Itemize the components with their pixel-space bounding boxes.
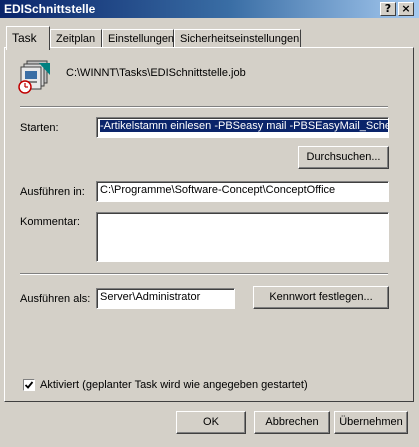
tab-zeitplan[interactable]: Zeitplan [50, 29, 102, 48]
ausfuehren-als-input[interactable]: Server\Administrator [96, 288, 235, 309]
ausfuehren-als-value: Server\Administrator [100, 291, 201, 303]
apply-button[interactable]: Übernehmen [334, 411, 408, 434]
cancel-button[interactable]: Abbrechen [254, 411, 330, 434]
window-title: EDISchnittstelle [4, 2, 96, 16]
task-file-path: C:\WINNT\Tasks\EDISchnittstelle.job [66, 67, 246, 79]
close-button[interactable]: × [398, 2, 414, 16]
set-password-button[interactable]: Kennwort festlegen... [253, 286, 389, 309]
tab-sicherheitseinstellungen-label: Sicherheitseinstellungen [180, 33, 300, 45]
tab-sicherheitseinstellungen[interactable]: Sicherheitseinstellungen [174, 29, 301, 48]
ausfuehren-in-label: Ausführen in: [20, 186, 85, 198]
ok-button[interactable]: OK [176, 411, 246, 434]
ausfuehren-als-label: Ausführen als: [20, 293, 91, 305]
tab-einstellungen[interactable]: Einstellungen [102, 29, 174, 48]
separator [20, 106, 388, 108]
task-properties-dialog: EDISchnittstelle ? × Task Zeitplan Einst… [0, 0, 419, 447]
starten-input[interactable]: -Artikelstamm einlesen -PBSeasy mail -PB… [96, 117, 389, 138]
tab-task-label: Task [12, 31, 37, 45]
checkmark-icon [24, 381, 34, 389]
starten-value: -Artikelstamm einlesen -PBSeasy mail -PB… [100, 120, 388, 132]
ausfuehren-in-value: C:\Programme\Software-Concept\ConceptOff… [100, 184, 336, 196]
ausfuehren-in-input[interactable]: C:\Programme\Software-Concept\ConceptOff… [96, 181, 389, 202]
tab-zeitplan-label: Zeitplan [56, 33, 96, 45]
help-button[interactable]: ? [380, 2, 396, 16]
browse-button-label: Durchsuchen... [306, 151, 381, 163]
aktiviert-checkbox[interactable] [23, 379, 35, 391]
title-bar: EDISchnittstelle ? × [0, 0, 419, 18]
cancel-button-label: Abbrechen [265, 416, 319, 428]
kommentar-textarea[interactable] [96, 212, 389, 262]
apply-button-label: Übernehmen [339, 416, 403, 428]
aktiviert-label: Aktiviert (geplanter Task wird wie angeg… [40, 379, 308, 391]
kommentar-label: Kommentar: [20, 216, 80, 228]
scheduled-task-icon [17, 59, 53, 95]
separator [20, 273, 388, 275]
ok-button-label: OK [203, 416, 219, 428]
set-password-button-label: Kennwort festlegen... [269, 291, 373, 303]
tab-einstellungen-label: Einstellungen [108, 33, 175, 45]
browse-button[interactable]: Durchsuchen... [298, 146, 389, 169]
tab-task[interactable]: Task [6, 26, 50, 50]
starten-label: Starten: [20, 122, 59, 134]
